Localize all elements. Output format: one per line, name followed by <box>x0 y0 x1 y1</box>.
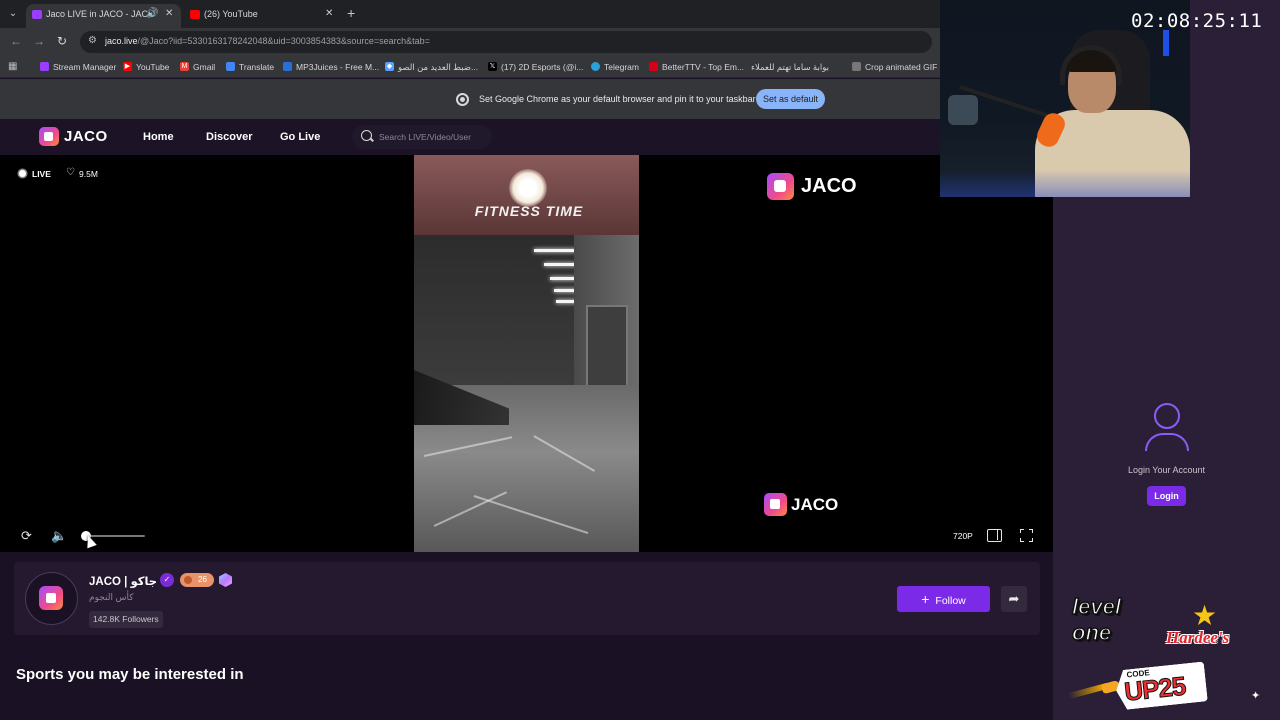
jaco-logo-text[interactable]: JACO <box>64 128 108 145</box>
verified-check-icon: ✓ <box>160 573 174 587</box>
address-bar[interactable]: ⚙ jaco.live/@Jaco?iid=5330163178242048&u… <box>80 31 932 53</box>
bookmark-arabic-sound[interactable]: ◆ ضبط العديد من الصو... <box>385 62 478 73</box>
promo-code-value: UP25 <box>1122 670 1187 707</box>
tab-jaco[interactable]: Jaco LIVE in JACO - JACO 🔊 ✕ <box>26 4 181 28</box>
section-title: Sports you may be interested in <box>16 666 244 683</box>
x-icon: 𝕏 <box>488 62 497 71</box>
bookmark-stream-manager[interactable]: Stream Manager <box>40 62 116 72</box>
tab-close-icon[interactable]: ✕ <box>165 4 173 24</box>
reload-icon[interactable]: ↻ <box>57 34 67 48</box>
jaco-logo-icon[interactable] <box>39 127 59 146</box>
rocket-icon <box>1067 679 1123 700</box>
level-badge: 26 <box>180 573 214 587</box>
hardees-logo: ★ Hardee's <box>1166 602 1244 650</box>
live-badge: LIVE <box>12 165 52 183</box>
bookmark-icon <box>283 62 292 71</box>
follow-button[interactable]: + Follow <box>897 586 990 612</box>
tab-strip: ⌄ Jaco LIVE in JACO - JACO 🔊 ✕ (26) YouT… <box>0 0 940 28</box>
audio-playing-icon[interactable]: 🔊 <box>146 4 158 24</box>
like-count: 9.5M <box>79 169 98 179</box>
jaco-watermark-text: JACO <box>801 175 857 197</box>
bookmark-betterttv[interactable]: BetterTTV - Top Em... <box>649 62 744 72</box>
video-lamp <box>509 169 547 207</box>
bookmark-youtube[interactable]: ▶ YouTube <box>123 62 169 72</box>
diamond-icon: ◆ <box>385 62 394 71</box>
tab-title: Jaco LIVE in JACO - JACO <box>46 9 156 19</box>
plus-icon: + <box>921 591 930 607</box>
quality-selector[interactable]: 720P <box>953 531 973 541</box>
apps-grid-icon[interactable]: ▦ <box>8 61 17 72</box>
youtube-favicon-icon <box>190 10 200 19</box>
video-sign-text: FITNESS TIME <box>474 203 584 219</box>
login-prompt: Login Your Account <box>1127 465 1206 475</box>
default-browser-infobar: Set Google Chrome as your default browse… <box>0 79 940 119</box>
bookmark-gmail[interactable]: M Gmail <box>180 62 215 72</box>
telegram-icon <box>591 62 600 71</box>
bookmark-icon <box>649 62 658 71</box>
infobar-message: Set Google Chrome as your default browse… <box>479 94 756 104</box>
youtube-icon: ▶ <box>123 62 132 71</box>
hardees-text: Hardee's <box>1166 628 1230 647</box>
url-text: jaco.live/@Jaco?iid=5330163178242048&uid… <box>105 36 430 46</box>
refresh-icon[interactable]: ⟳ <box>19 529 34 543</box>
browser-toolbar: ← → ↻ ⚙ jaco.live/@Jaco?iid=533016317824… <box>0 28 940 56</box>
volume-icon[interactable]: 🔈 <box>51 529 67 543</box>
jaco-watermark-icon <box>767 173 794 200</box>
back-arrow-icon[interactable]: ← <box>10 34 22 48</box>
tab-youtube[interactable]: (26) YouTube ✕ <box>184 4 340 28</box>
level-one-logo: level one <box>1066 590 1142 660</box>
video-frame[interactable]: FITNESS TIME <box>414 155 639 552</box>
tab-title: (26) YouTube <box>204 9 258 19</box>
level-one-text: level one <box>1071 593 1121 646</box>
followers-count: 142.8K Followers <box>89 611 163 628</box>
bookmark-telegram[interactable]: Telegram <box>591 62 639 72</box>
nav-home[interactable]: Home <box>143 131 174 143</box>
nav-go-live[interactable]: Go Live <box>280 131 320 143</box>
nav-discover[interactable]: Discover <box>206 131 252 143</box>
login-button[interactable]: Login <box>1147 486 1186 506</box>
chrome-icon <box>456 93 469 106</box>
jaco-logo-icon <box>39 586 63 610</box>
forward-arrow-icon[interactable]: → <box>33 34 45 48</box>
tab-close-icon[interactable]: ✕ <box>325 4 333 24</box>
bookmark-sama-portal[interactable]: بوابة ساما تهتم للعملاء <box>751 62 829 73</box>
new-tab-button[interactable]: + <box>347 5 355 21</box>
share-button[interactable]: ➦ <box>1001 586 1027 612</box>
jaco-watermark-text: JACO <box>791 495 839 514</box>
bookmark-crop-gif[interactable]: Crop animated GIF <box>852 62 937 72</box>
sparkle-icon: ✦ <box>1251 690 1261 702</box>
set-as-default-button[interactable]: Set as default <box>756 89 825 109</box>
bookmarks-bar: ▦ Stream Manager ▶ YouTube M Gmail Transla… <box>0 56 940 78</box>
share-arrow-icon: ➦ <box>1008 591 1020 606</box>
gmail-icon: M <box>180 62 189 71</box>
tab-search-chevron-icon[interactable]: ⌄ <box>6 7 20 21</box>
bookmark-mp3juices[interactable]: MP3Juices - Free M... <box>283 62 379 72</box>
bookmark-icon <box>852 62 861 71</box>
user-icon <box>1144 403 1190 451</box>
site-search <box>352 125 492 149</box>
search-icon[interactable] <box>361 130 372 141</box>
stream-timer: 02:08:25:11 <box>1131 10 1263 32</box>
streamer-avatar[interactable] <box>25 572 78 625</box>
site-info-icon[interactable]: ⚙ <box>88 35 97 46</box>
overlay-accent <box>1163 30 1169 56</box>
bookmark-translate[interactable]: Translate <box>226 62 274 72</box>
streamer-name[interactable]: JACO | جاكو <box>89 574 157 588</box>
star-icon: ★ <box>1192 600 1218 631</box>
bookmark-2d-esports[interactable]: 𝕏 (17) 2D Esports (@i... <box>488 62 583 72</box>
fullscreen-icon[interactable] <box>1020 529 1033 542</box>
translate-icon <box>226 62 235 71</box>
video-mirror <box>586 305 628 390</box>
streamer-subtitle: كأس النجوم <box>89 592 134 602</box>
theater-mode-icon[interactable] <box>987 529 1002 542</box>
jaco-watermark-icon <box>764 493 787 516</box>
jaco-favicon-icon <box>32 10 42 19</box>
search-input[interactable] <box>379 130 489 144</box>
bookmark-icon <box>40 62 49 71</box>
